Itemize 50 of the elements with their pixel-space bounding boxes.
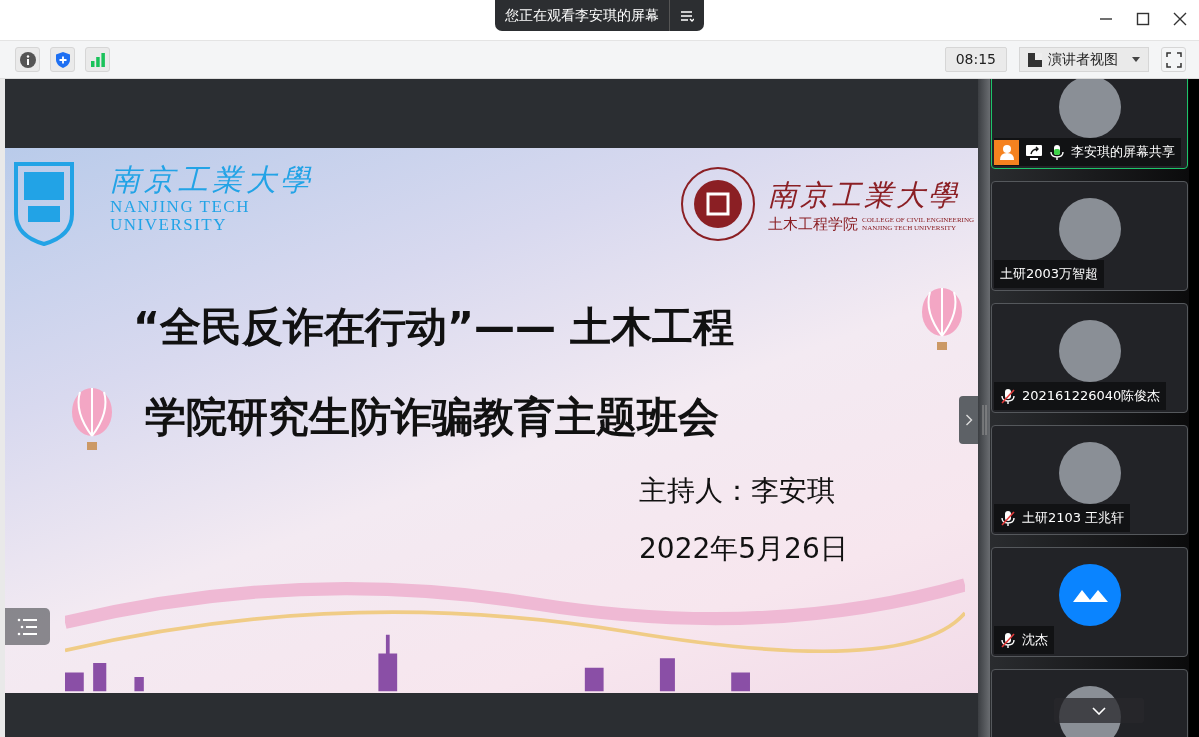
- maximize-icon[interactable]: [1136, 12, 1150, 26]
- slide-title: 学院研究生防诈骗教育主题班会: [145, 392, 719, 442]
- resize-grip-icon[interactable]: [981, 405, 987, 435]
- avatar-photo-placeholder: [1058, 198, 1121, 260]
- participant-name: 土研2003万智超: [1000, 265, 1099, 283]
- app-logo-avatar: [1058, 564, 1121, 626]
- info-icon: [19, 51, 36, 68]
- signal-bars-icon: [89, 51, 106, 68]
- participant-tile[interactable]: 土研2003万智超: [991, 181, 1188, 291]
- list-icon: [16, 617, 39, 636]
- participant-tile[interactable]: 李安琪的屏幕共享: [991, 79, 1188, 169]
- chevron-right-icon: [964, 414, 973, 426]
- avatar-photo-placeholder: [1058, 79, 1121, 138]
- info-button[interactable]: [15, 47, 40, 72]
- menu-icon[interactable]: [680, 8, 694, 23]
- college-name: 土木工程学院: [768, 214, 859, 234]
- participant-tile[interactable]: 土研2103 王兆轩: [991, 425, 1188, 535]
- scrollbar-track[interactable]: [1189, 79, 1199, 737]
- university-name-english: NANJING TECH: [110, 198, 251, 216]
- participant-tile[interactable]: 沈杰: [991, 547, 1188, 657]
- avatar-photo-placeholder: [1058, 320, 1121, 382]
- participant-name: 土研2103 王兆轩: [1022, 509, 1125, 527]
- host-name: 主持人：李安琪: [639, 473, 836, 509]
- college-seal-icon: [680, 166, 757, 242]
- slide-list-button[interactable]: [5, 608, 50, 645]
- university-name-english: UNIVERSITY: [110, 216, 228, 234]
- participant-name: 202161226040陈俊杰: [1022, 387, 1161, 405]
- collapse-panel-button[interactable]: [959, 396, 978, 444]
- close-icon[interactable]: [1173, 12, 1187, 26]
- fullscreen-icon: [1165, 51, 1182, 68]
- slide-date: 2022年5月26日: [639, 531, 849, 567]
- university-name: 南京工業大學: [768, 177, 962, 213]
- balloon-drawing: [70, 388, 114, 450]
- participant-tile[interactable]: 202161226040陈俊杰: [991, 303, 1188, 413]
- caret-icon: [1132, 57, 1140, 62]
- university-name: 南京工業大學: [110, 162, 314, 198]
- fullscreen-button[interactable]: [1161, 47, 1186, 72]
- meeting-timer: 08:15: [944, 47, 1007, 72]
- security-button[interactable]: [50, 47, 75, 72]
- balloon-drawing: [920, 288, 964, 350]
- view-dropdown[interactable]: 演讲者视图: [1019, 47, 1149, 72]
- sharing-status-text: 您正在观看李安琪的屏幕: [505, 6, 659, 25]
- university-crest-icon: [14, 162, 74, 246]
- shield-icon: [54, 51, 71, 68]
- avatar-photo-placeholder: [1058, 442, 1121, 504]
- participant-name: 沈杰: [1022, 631, 1048, 649]
- layout-icon: [1028, 52, 1042, 67]
- slide-title: “全民反诈在行动”—— 土木工程: [133, 302, 735, 352]
- participant-name: 李安琪的屏幕共享: [1071, 143, 1175, 161]
- chevron-down-icon: [1092, 706, 1106, 715]
